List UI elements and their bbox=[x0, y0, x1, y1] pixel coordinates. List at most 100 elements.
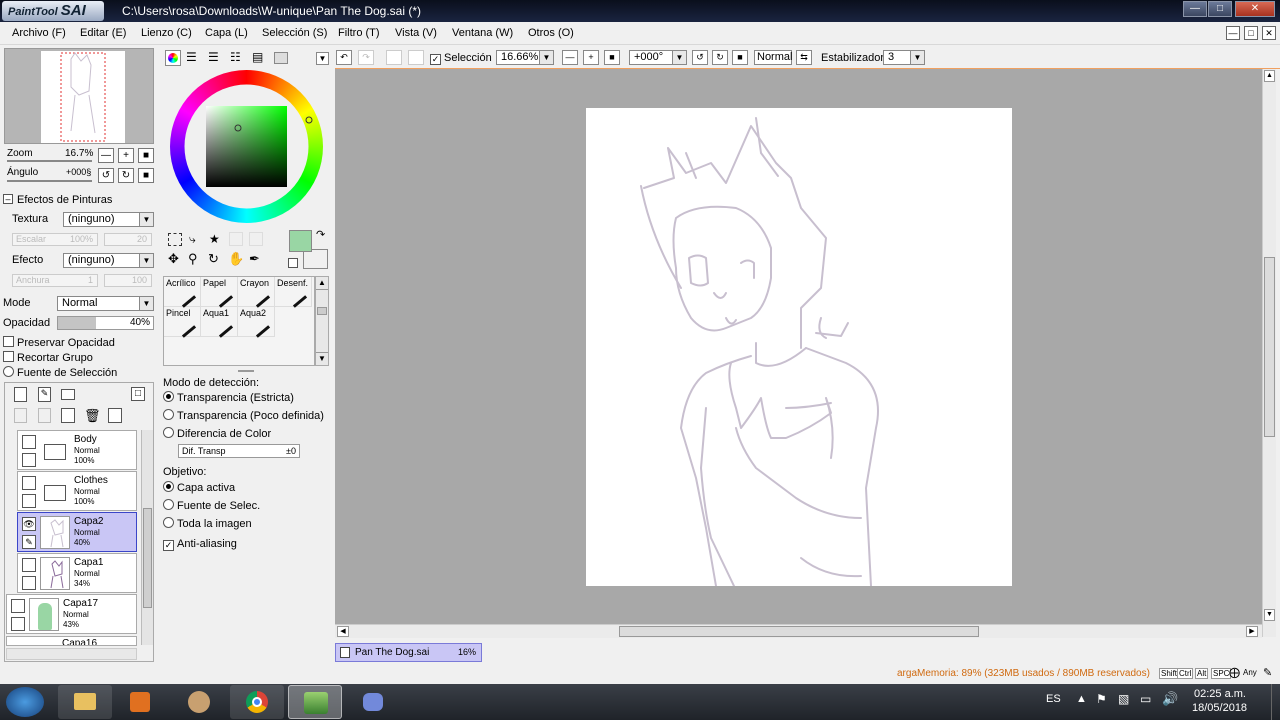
background-color-swatch[interactable] bbox=[303, 249, 328, 269]
layer-scroll-thumb[interactable] bbox=[143, 508, 152, 608]
color-panel-toggle-icon[interactable] bbox=[274, 52, 288, 64]
zoom-reset-button[interactable]: ■ bbox=[138, 148, 154, 163]
scroll-up-icon[interactable]: ▲ bbox=[1264, 70, 1275, 82]
scratchpad-tab-icon[interactable]: ▤ bbox=[252, 51, 266, 64]
menu-otros[interactable]: Otros (O) bbox=[528, 27, 574, 39]
scroll-right-icon[interactable]: ▶ bbox=[1246, 626, 1258, 637]
eye-icon[interactable]: 👁 bbox=[22, 517, 36, 531]
zoom-in-button[interactable]: + bbox=[118, 148, 134, 163]
target-option-1[interactable]: Fuente de Selec. bbox=[163, 499, 260, 512]
mdi-restore-button[interactable]: □ bbox=[1244, 26, 1258, 40]
layer-hscrollbar[interactable] bbox=[6, 648, 137, 660]
navigator-panel[interactable] bbox=[4, 48, 154, 144]
visibility-toggle[interactable] bbox=[22, 476, 36, 490]
hsv-slider-tab-icon[interactable]: ☰ bbox=[208, 51, 222, 64]
canvas-horizontal-scrollbar[interactable]: ◀ ▶ bbox=[335, 624, 1262, 638]
stabilizer-select[interactable]: 3 ▼ bbox=[883, 50, 925, 65]
layer-list-scrollbar[interactable] bbox=[141, 430, 153, 645]
detection-option-0[interactable]: Transparencia (Estricta) bbox=[163, 391, 294, 404]
menu-filtro[interactable]: Filtro (T) bbox=[338, 27, 380, 39]
brush-desenf[interactable]: Desenf. bbox=[275, 277, 312, 308]
new-layer-icon[interactable] bbox=[14, 387, 27, 402]
brush-papel[interactable]: Papel bbox=[201, 277, 238, 308]
menu-ventana[interactable]: Ventana (W) bbox=[452, 27, 513, 39]
language-indicator[interactable]: ES bbox=[1046, 693, 1061, 705]
scroll-up-icon[interactable]: ▲ bbox=[316, 277, 328, 290]
taskbar-media-player[interactable] bbox=[113, 685, 167, 719]
layer-item-capa17[interactable]: Capa17 Normal 43% bbox=[6, 594, 137, 634]
minimize-button[interactable]: — bbox=[1183, 1, 1207, 17]
layer-item-capa1[interactable]: Capa1 Normal 34% bbox=[17, 553, 137, 593]
flip-horizontal-icon[interactable]: ⇆ bbox=[796, 50, 812, 65]
visibility-toggle[interactable] bbox=[11, 599, 25, 613]
color-wheel[interactable] bbox=[170, 70, 323, 223]
toolbar-rotate-left-icon[interactable]: ↺ bbox=[692, 50, 708, 65]
hand-tool-icon[interactable]: ✋ bbox=[228, 252, 244, 266]
blend-mode-select[interactable]: Normal ▼ bbox=[57, 296, 154, 311]
taskbar-explorer[interactable] bbox=[58, 685, 112, 719]
rotate-tool-icon[interactable]: ↻ bbox=[208, 252, 222, 266]
target-option-2[interactable]: Toda la imagen bbox=[163, 517, 252, 530]
clock-date[interactable]: 18/05/2018 bbox=[1192, 702, 1247, 714]
scroll-down-icon[interactable]: ▼ bbox=[1264, 609, 1275, 621]
brush-grid-scrollbar[interactable]: ▲ ▼ bbox=[315, 276, 329, 366]
rotate-right-button[interactable]: ↻ bbox=[118, 168, 134, 183]
layer-item-body[interactable]: Body Normal 100% bbox=[17, 430, 137, 470]
brush-crayon[interactable]: Crayon bbox=[238, 277, 275, 308]
taskbar-paint-tool-sai[interactable] bbox=[288, 685, 342, 719]
zoom-tool-icon[interactable]: ⚲ bbox=[188, 252, 202, 266]
pencil-icon[interactable]: ✎ bbox=[22, 535, 36, 549]
swatches-tab-icon[interactable]: ☷ bbox=[230, 51, 244, 64]
angle-slider[interactable] bbox=[7, 180, 92, 182]
navigator-thumbnail[interactable] bbox=[41, 51, 125, 143]
layer-lock-toggle[interactable] bbox=[22, 494, 36, 508]
detection-option-1[interactable]: Transparencia (Poco definida) bbox=[163, 409, 324, 422]
layer-lock-toggle[interactable] bbox=[11, 617, 25, 631]
menu-vista[interactable]: Vista (V) bbox=[395, 27, 437, 39]
scroll-left-icon[interactable]: ◀ bbox=[337, 626, 349, 637]
magic-wand-icon[interactable]: ★ bbox=[209, 232, 223, 246]
menu-lienzo[interactable]: Lienzo (C) bbox=[141, 27, 192, 39]
color-wheel-tab-icon[interactable] bbox=[165, 50, 181, 66]
selection-source-checkbox[interactable]: Fuente de Selección bbox=[3, 366, 117, 379]
layer-item-clothes[interactable]: Clothes Normal 100% bbox=[17, 471, 137, 511]
network-icon[interactable]: ▭ bbox=[1140, 692, 1151, 706]
brush-scroll-thumb[interactable] bbox=[317, 307, 327, 315]
target-option-0[interactable]: Capa activa bbox=[163, 481, 235, 494]
move-icon[interactable]: ✥ bbox=[168, 252, 182, 266]
taskbar-discord[interactable] bbox=[346, 685, 400, 719]
clear-layer-icon[interactable] bbox=[108, 408, 122, 423]
document-tab[interactable]: Pan The Dog.sai 16% bbox=[335, 643, 482, 662]
canvas-paper[interactable] bbox=[586, 108, 1012, 587]
undo-icon[interactable]: ↶ bbox=[336, 50, 352, 65]
menu-editar[interactable]: Editar (E) bbox=[80, 27, 126, 39]
layer-item-capa2[interactable]: 👁 ✎ Capa2 Normal 40% bbox=[17, 512, 137, 552]
mdi-close-button[interactable]: ✕ bbox=[1262, 26, 1276, 40]
foreground-color-swatch[interactable] bbox=[289, 230, 312, 252]
collapse-effects-icon[interactable]: – bbox=[3, 194, 13, 204]
view-mode-select[interactable]: Normal bbox=[754, 50, 792, 65]
hscroll-thumb[interactable] bbox=[619, 626, 979, 637]
layer-panel-menu-icon[interactable]: □ bbox=[131, 387, 145, 401]
new-folder-icon[interactable] bbox=[61, 389, 75, 400]
panel-splitter[interactable] bbox=[238, 370, 254, 372]
start-button[interactable] bbox=[6, 687, 44, 717]
selection-visibility-checkbox[interactable]: ✓ Selección bbox=[430, 52, 492, 65]
visibility-toggle[interactable] bbox=[22, 558, 36, 572]
new-linework-layer-icon[interactable]: ✎ bbox=[38, 387, 51, 402]
menu-capa[interactable]: Capa (L) bbox=[205, 27, 248, 39]
canvas-vertical-scrollbar[interactable]: ▲ ▼ bbox=[1262, 69, 1276, 637]
layer-lock-toggle[interactable] bbox=[22, 576, 36, 590]
visibility-toggle[interactable] bbox=[22, 435, 36, 449]
zoom-select[interactable]: 16.66% ▼ bbox=[496, 50, 554, 65]
transparent-color-icon[interactable] bbox=[288, 258, 298, 268]
clock-time[interactable]: 02:25 a.m. bbox=[1194, 688, 1246, 700]
toolbar-zoom-in-icon[interactable]: + bbox=[583, 50, 599, 65]
trash-icon[interactable]: 🗑 bbox=[84, 408, 101, 423]
toolbar-zoom-out-icon[interactable]: — bbox=[562, 50, 578, 65]
opacity-slider[interactable]: 40% bbox=[57, 316, 154, 330]
effect-select[interactable]: (ninguno) ▼ bbox=[63, 253, 154, 268]
texture-select[interactable]: (ninguno) ▼ bbox=[63, 212, 154, 227]
rect-select-icon[interactable] bbox=[168, 233, 182, 246]
rotate-left-button[interactable]: ↺ bbox=[98, 168, 114, 183]
